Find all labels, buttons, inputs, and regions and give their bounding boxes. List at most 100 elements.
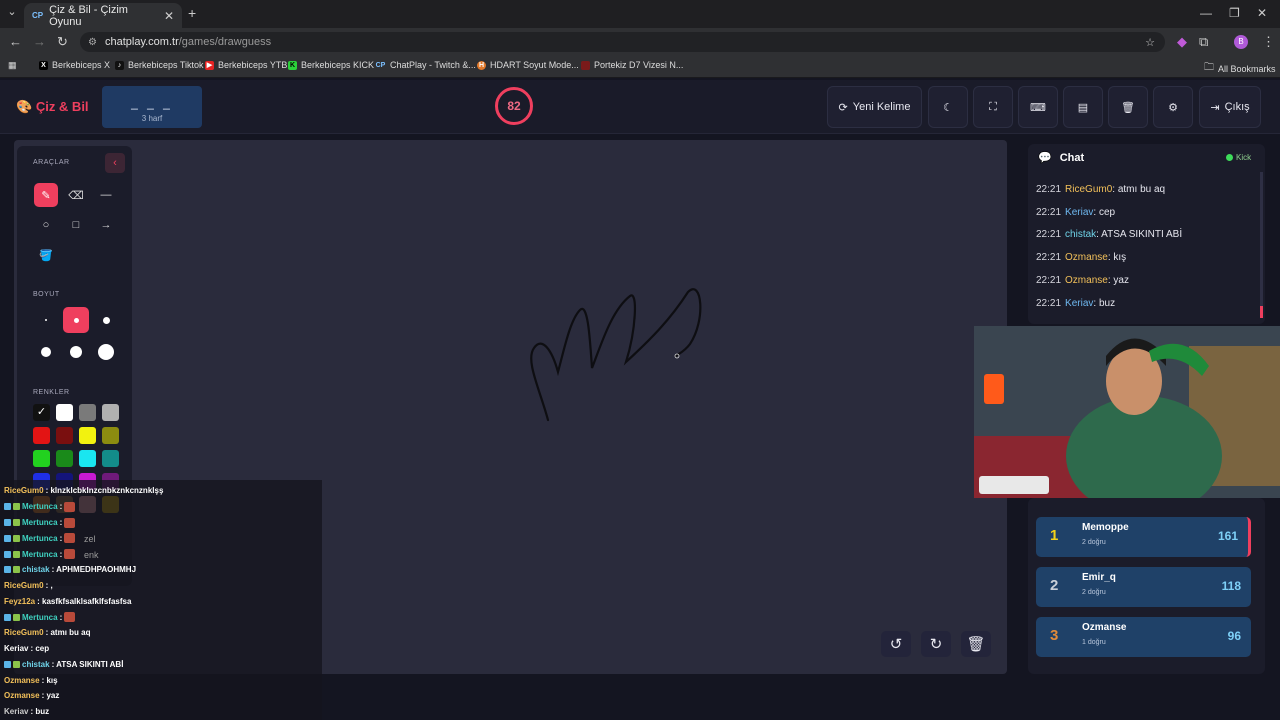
overlay-chat-line: Mertunca :: [4, 501, 76, 512]
tiktok-icon: ♪: [115, 60, 124, 70]
bookmark-berkebiceps-kick[interactable]: K Berkebiceps KICK: [288, 60, 374, 70]
color-swatch[interactable]: [102, 427, 119, 444]
overlay-chat-text: :: [59, 612, 63, 622]
address-bar[interactable]: ⚙ chatplay.com.tr/games/drawguess ☆: [80, 32, 1165, 52]
line-icon: —: [100, 189, 112, 201]
bookmark-chatplay[interactable]: CP ChatPlay - Twitch &...: [375, 60, 476, 70]
overlay-chat-line: Feyz12a : kasfkfsalklsafklfsfasfsa: [4, 597, 131, 606]
circle-tool[interactable]: ○: [34, 213, 58, 237]
minimize-icon[interactable]: —: [1200, 6, 1212, 20]
clear-button[interactable]: 🗑: [1108, 86, 1148, 128]
overlay-chat-user: Keriav: [4, 644, 29, 653]
overlay-chat-text: : yaz: [41, 691, 60, 701]
overlay-chat-line: Mertunca :: [4, 533, 76, 544]
color-swatch[interactable]: [56, 450, 73, 467]
badge-icon: [4, 613, 11, 621]
player-score: 161: [1217, 529, 1238, 543]
overlay-chat-text: :: [59, 549, 63, 559]
badge-icon: [13, 613, 20, 621]
undo-button[interactable]: ↺: [881, 631, 911, 657]
chat-scroll-thumb[interactable]: [1260, 306, 1263, 318]
chat-header: 💬 Chat: [1038, 151, 1085, 165]
redo-button[interactable]: ↻: [921, 631, 951, 657]
color-swatch[interactable]: [79, 450, 96, 467]
size-5[interactable]: [63, 339, 89, 365]
new-word-button[interactable]: ⟳ Yeni Kelime: [827, 86, 922, 128]
forward-icon[interactable]: →: [33, 34, 46, 49]
chat-scrollbar[interactable]: [1260, 172, 1263, 318]
overlay-chat-line: RiceGum0 : klnzklcbklnzcnbkznkcnznklşş: [4, 486, 163, 495]
eraser-tool[interactable]: ⌫: [64, 183, 88, 207]
palette-icon: 🎨: [16, 99, 33, 114]
arrow-tool[interactable]: →: [94, 213, 118, 237]
fill-tool[interactable]: 🪣: [34, 243, 58, 267]
tab-favicon: CP: [32, 11, 44, 20]
back-icon[interactable]: ←: [9, 34, 22, 49]
exit-button[interactable]: ⇥ Çıkış: [1199, 86, 1261, 128]
color-swatch[interactable]: [56, 427, 73, 444]
fullscreen-button[interactable]: ⛶: [973, 86, 1013, 128]
size-2[interactable]: [63, 307, 89, 333]
all-bookmarks[interactable]: 🗀 All Bookmarks: [1204, 60, 1276, 77]
player-correct-count: 1 doğru: [1082, 639, 1106, 646]
dark-mode-button[interactable]: ☾: [928, 86, 968, 128]
extension-icon[interactable]: ◆: [1177, 34, 1187, 50]
keyboard-button[interactable]: ⌨: [1018, 86, 1058, 128]
line-tool[interactable]: —: [94, 183, 118, 207]
color-swatch[interactable]: [79, 404, 96, 421]
chat-message: 22:21 RiceGum0: atmı bu aq: [1036, 184, 1165, 195]
chat-text: : atmı bu aq: [1112, 184, 1166, 195]
site-info-icon[interactable]: ⚙: [88, 37, 97, 48]
color-swatch[interactable]: [33, 450, 50, 467]
custom-color-label-2: enk: [84, 550, 99, 560]
collapse-tools-button[interactable]: ‹: [105, 153, 125, 173]
color-swatch[interactable]: [79, 427, 96, 444]
webcam-overlay: [974, 326, 1280, 498]
browser-tab[interactable]: CP Çiz & Bil - Çizim Oyunu ✕: [24, 3, 182, 28]
player-correct-count: 2 doğru: [1082, 539, 1106, 546]
size-1[interactable]: [33, 307, 59, 333]
close-tab-icon[interactable]: ✕: [164, 9, 174, 23]
chat-time: 22:21: [1036, 229, 1062, 241]
bookmark-star-icon[interactable]: ☆: [1145, 36, 1155, 49]
chat-time: 22:21: [1036, 206, 1062, 218]
overlay-chat-text: : cep: [30, 644, 50, 653]
chat-message: 22:21 Keriav: buz: [1036, 298, 1115, 309]
chat-bubbles-icon: 💬: [1038, 152, 1052, 164]
size-6[interactable]: [93, 339, 119, 365]
maximize-icon[interactable]: ❐: [1229, 6, 1240, 20]
bookmark-berkebiceps-x[interactable]: X Berkebiceps X: [39, 60, 110, 70]
bookmark-portekiz[interactable]: Portekiz D7 Vizesi N...: [581, 60, 683, 70]
size-3[interactable]: [93, 307, 119, 333]
color-swatch[interactable]: ✓: [33, 404, 50, 421]
color-swatch[interactable]: [102, 450, 119, 467]
bookmark-hdart[interactable]: H HDART Soyut Mode...: [477, 60, 579, 70]
bookmark-berkebiceps-ytb[interactable]: ▶ Berkebiceps YTB: [205, 60, 287, 70]
close-window-icon[interactable]: ✕: [1257, 6, 1267, 20]
reload-icon[interactable]: ↻: [57, 34, 68, 50]
color-swatch[interactable]: [56, 404, 73, 421]
settings-button[interactable]: ⚙: [1153, 86, 1193, 128]
overlay-chat-user: Mertunca: [22, 518, 58, 528]
clear-canvas-button[interactable]: 🗑: [961, 631, 991, 657]
apps-grid-icon[interactable]: ▦: [8, 60, 17, 71]
folder-icon: 🗀: [1204, 62, 1214, 73]
bookmark-berkebiceps-tiktok[interactable]: ♪ Berkebiceps Tiktok: [115, 60, 204, 70]
color-swatch[interactable]: [33, 427, 50, 444]
rectangle-tool[interactable]: □: [64, 213, 88, 237]
archive-button[interactable]: ▤: [1063, 86, 1103, 128]
extensions-puzzle-icon[interactable]: ⧉: [1199, 34, 1208, 50]
overlay-chat-user: Ozmanse: [4, 691, 40, 701]
badge-icon: [4, 566, 11, 573]
overlay-chat-user: Mertunca: [22, 502, 58, 512]
emote-icon: [64, 533, 76, 544]
size-4[interactable]: [33, 339, 59, 365]
brush-tool[interactable]: ✎: [34, 183, 58, 207]
badge-icon: [4, 519, 11, 527]
keyboard-icon: ⌨: [1030, 101, 1046, 114]
tab-search-icon[interactable]: ⌄: [4, 5, 20, 21]
new-tab-icon[interactable]: +: [188, 5, 196, 21]
profile-avatar[interactable]: B: [1234, 35, 1248, 49]
browser-menu-icon[interactable]: ⋮: [1262, 34, 1275, 50]
color-swatch[interactable]: [102, 404, 119, 421]
